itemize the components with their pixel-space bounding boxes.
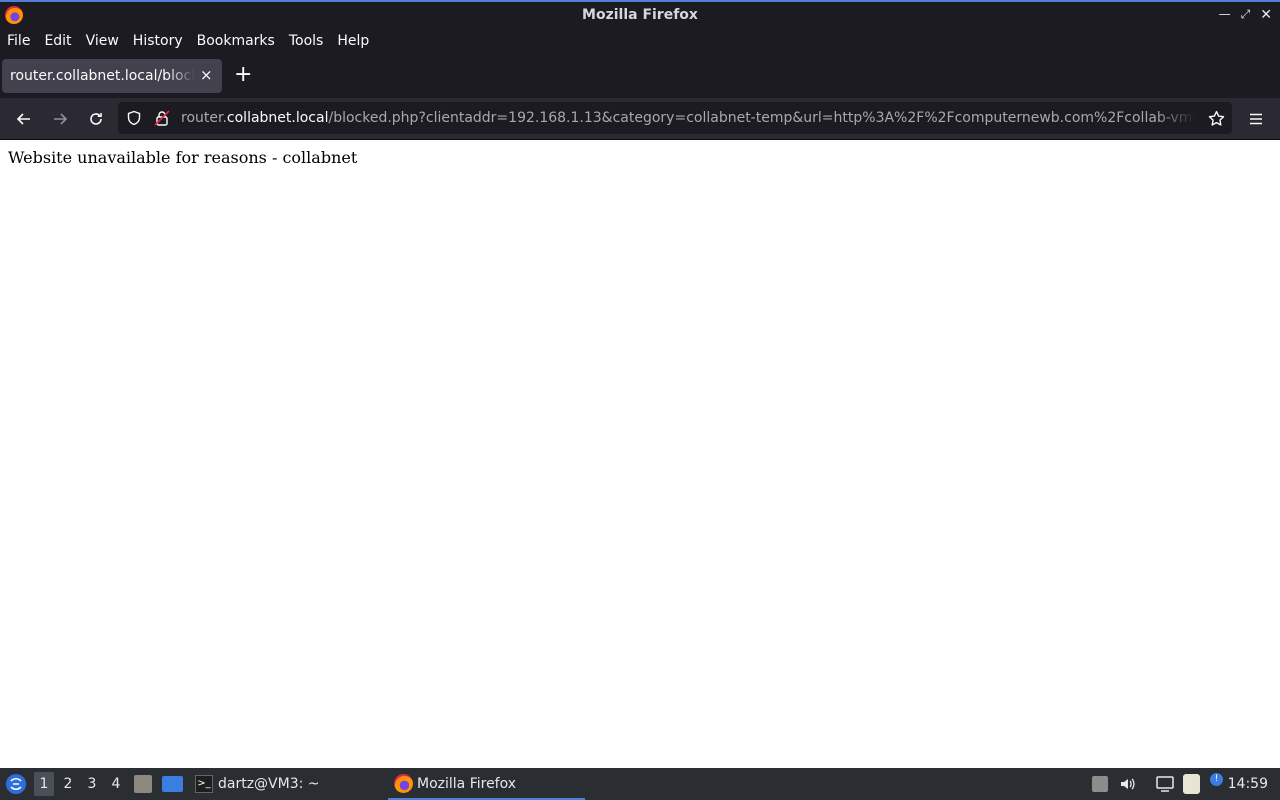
url-path: /blocked.php?clientaddr=192.168.1.13&cat… <box>328 110 1196 126</box>
bookmark-star-icon[interactable] <box>1208 110 1225 127</box>
url-domain: collabnet.local <box>226 110 329 126</box>
task-terminal[interactable]: >_ dartz@VM3: ~ <box>192 768 372 800</box>
network-icon[interactable] <box>1155 775 1175 793</box>
tray-updates-icon[interactable] <box>1092 776 1108 792</box>
hamburger-menu-icon <box>1250 113 1262 125</box>
menu-file[interactable]: File <box>0 33 37 49</box>
task-firefox[interactable]: Mozilla Firefox <box>388 768 585 800</box>
lock-insecure-icon[interactable] <box>154 110 170 126</box>
maximize-icon[interactable]: ⤢ <box>1241 7 1251 23</box>
window-titlebar[interactable]: Mozilla Firefox — ⤢ ✕ <box>0 0 1280 28</box>
menu-bar: File Edit View History Bookmarks Tools H… <box>0 28 1280 54</box>
back-button[interactable] <box>11 106 37 132</box>
taskbar: 1 2 3 4 >_ dartz@VM3: ~ Mozilla Firefox … <box>0 768 1280 800</box>
firefox-task-label: Mozilla Firefox <box>417 776 517 792</box>
speaker-icon[interactable] <box>1119 775 1137 793</box>
menu-edit[interactable]: Edit <box>37 33 78 49</box>
firefox-task-icon <box>394 774 413 793</box>
clipboard-icon[interactable] <box>1183 774 1200 794</box>
nav-toolbar: router.collabnet.local/blocked.php?clien… <box>0 98 1280 140</box>
terminal-task-label: dartz@VM3: ~ <box>218 776 320 792</box>
workspace-4[interactable]: 4 <box>106 776 126 792</box>
workspace-3[interactable]: 3 <box>82 776 102 792</box>
back-icon <box>16 113 30 125</box>
forward-icon <box>54 113 68 125</box>
page-content: Website unavailable for reasons - collab… <box>0 140 1280 768</box>
menu-history[interactable]: History <box>126 33 190 49</box>
file-manager-icon[interactable] <box>134 775 152 793</box>
taskbar-clock[interactable]: 14:59 <box>1228 776 1268 792</box>
workspace-1[interactable]: 1 <box>34 772 54 796</box>
tab-close-icon[interactable]: × <box>200 66 213 84</box>
reload-button[interactable] <box>83 106 109 132</box>
shield-icon[interactable] <box>126 110 142 126</box>
url-bar[interactable]: router.collabnet.local/blocked.php?clien… <box>118 102 1232 134</box>
forward-button[interactable] <box>47 106 73 132</box>
menu-bookmarks[interactable]: Bookmarks <box>190 33 282 49</box>
close-icon[interactable]: ✕ <box>1260 7 1272 23</box>
workspace-2[interactable]: 2 <box>58 776 78 792</box>
new-tab-button[interactable]: + <box>234 64 252 86</box>
start-menu-icon[interactable] <box>5 773 27 795</box>
terminal-icon: >_ <box>195 775 213 793</box>
minimize-icon[interactable]: — <box>1219 7 1231 23</box>
menu-view[interactable]: View <box>79 33 126 49</box>
menu-tools[interactable]: Tools <box>282 33 331 49</box>
notification-icon[interactable]: ! <box>1210 773 1223 786</box>
window-controls: — ⤢ ✕ <box>1219 7 1272 23</box>
app-menu-button[interactable] <box>1243 106 1269 132</box>
page-message: Website unavailable for reasons - collab… <box>8 148 358 167</box>
tab-active[interactable]: router.collabnet.local/blocked.php?clien… <box>2 59 222 93</box>
window-title: Mozilla Firefox <box>582 7 698 23</box>
url-prefix: router. <box>181 110 227 126</box>
menu-help[interactable]: Help <box>330 33 376 49</box>
show-desktop-icon[interactable] <box>162 776 183 792</box>
reload-icon <box>90 113 102 125</box>
tab-title: router.collabnet.local/blocked.php?clien… <box>10 68 195 84</box>
tab-strip: router.collabnet.local/blocked.php?clien… <box>0 54 1280 98</box>
url-text[interactable]: router.collabnet.local/blocked.php?clien… <box>181 110 1196 126</box>
